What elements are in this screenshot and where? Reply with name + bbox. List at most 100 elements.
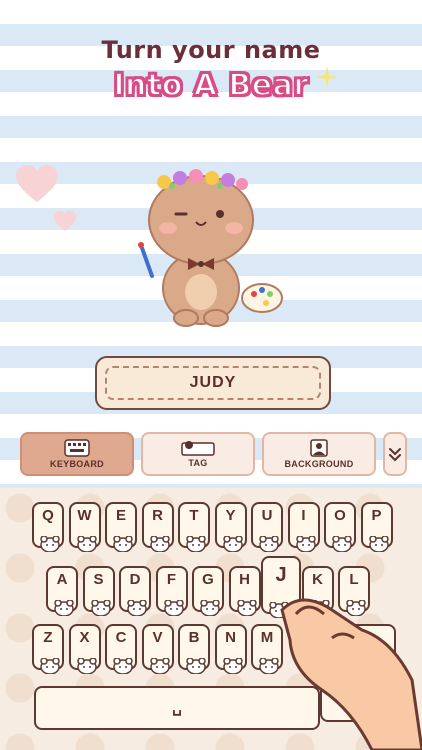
key-e[interactable]: E xyxy=(105,502,137,552)
key-f[interactable]: F xyxy=(155,566,188,616)
key-label: U xyxy=(261,507,273,524)
key-j[interactable]: J xyxy=(261,556,301,618)
tab-background-label: BACKGROUND xyxy=(284,459,354,469)
key-label: O xyxy=(334,507,346,524)
key-label: N xyxy=(225,629,236,646)
bear-face-icon xyxy=(236,600,257,616)
key-label: Y xyxy=(225,507,236,524)
bear-face-icon xyxy=(149,658,170,674)
bear-face-icon xyxy=(186,658,206,674)
bear-face-icon xyxy=(259,658,279,674)
headline: Turn your name Into A Bear xyxy=(0,36,422,104)
key-i[interactable]: I xyxy=(287,502,320,552)
tab-keyboard[interactable]: KEYBOARD xyxy=(20,432,134,476)
key-label: K xyxy=(312,571,323,588)
key-label: L xyxy=(349,571,359,588)
key-label: D xyxy=(129,571,141,588)
bear-face-icon xyxy=(113,536,133,552)
bear-face-icon xyxy=(222,536,243,552)
key-label: J xyxy=(275,564,287,586)
bear-face-icon xyxy=(54,600,74,616)
tab-keyboard-label: KEYBOARD xyxy=(50,459,104,469)
bear-face-icon xyxy=(40,658,60,674)
key-b[interactable]: B xyxy=(178,624,210,674)
expand-options-button[interactable] xyxy=(383,432,407,476)
bear-face-icon xyxy=(163,600,184,616)
bear-face-icon xyxy=(259,536,279,552)
tag-icon xyxy=(181,441,215,456)
key-label: W xyxy=(77,507,92,524)
tab-tag[interactable]: TAG xyxy=(141,432,255,476)
tab-background[interactable]: BACKGROUND xyxy=(262,432,376,476)
bear-face-icon xyxy=(269,602,289,618)
key-s[interactable]: S xyxy=(82,566,115,616)
key-label: Q xyxy=(42,507,54,524)
key-q[interactable]: Q xyxy=(32,502,64,552)
bear-face-icon xyxy=(76,658,97,674)
key-label: I xyxy=(301,507,306,524)
key-label: G xyxy=(202,571,214,588)
space-key[interactable]: ␣ xyxy=(34,686,320,730)
key-c[interactable]: C xyxy=(105,624,137,674)
key-m[interactable]: M xyxy=(251,624,283,674)
key-p[interactable]: P xyxy=(360,502,393,552)
key-x[interactable]: X xyxy=(68,624,101,674)
tab-tag-label: TAG xyxy=(188,458,208,468)
background-image-icon xyxy=(310,439,328,457)
heart-icon-small xyxy=(53,210,77,231)
bear-face-icon xyxy=(90,600,111,616)
key-n[interactable]: N xyxy=(214,624,247,674)
bear-face-icon xyxy=(76,536,97,552)
option-tabs: KEYBOARD TAG BACKGROUND xyxy=(0,432,422,478)
key-d[interactable]: D xyxy=(119,566,151,616)
key-label: A xyxy=(56,571,68,588)
key-t[interactable]: T xyxy=(178,502,210,552)
key-k[interactable]: K xyxy=(301,566,334,616)
key-label: H xyxy=(239,571,250,588)
key-label: P xyxy=(371,507,382,524)
return-key[interactable] xyxy=(320,624,396,722)
key-z[interactable]: Z xyxy=(32,624,64,674)
key-label: E xyxy=(115,507,126,524)
key-a[interactable]: A xyxy=(46,566,78,616)
key-y[interactable]: Y xyxy=(214,502,247,552)
key-label: F xyxy=(166,571,177,588)
key-v[interactable]: V xyxy=(141,624,174,674)
key-label: R xyxy=(152,507,163,524)
key-label: X xyxy=(79,629,90,646)
key-g[interactable]: G xyxy=(192,566,224,616)
key-u[interactable]: U xyxy=(251,502,283,552)
bear-face-icon xyxy=(113,658,133,674)
key-label: M xyxy=(260,629,274,646)
sparkle-icon xyxy=(316,66,338,88)
key-h[interactable]: H xyxy=(228,566,261,616)
bear-face-icon xyxy=(149,536,170,552)
key-label: T xyxy=(189,507,199,524)
bear-face-icon xyxy=(222,658,243,674)
keyboard-icon xyxy=(64,439,90,457)
headline-line-1: Turn your name xyxy=(101,36,321,64)
key-l[interactable]: L xyxy=(338,566,370,616)
name-input-value: JUDY xyxy=(189,374,237,391)
bear-face-icon xyxy=(346,600,366,616)
bear-face-icon xyxy=(368,536,389,552)
name-input[interactable]: JUDY xyxy=(95,356,331,410)
headline-line-2: Into A Bear xyxy=(112,67,309,104)
bear-face-icon xyxy=(186,536,206,552)
double-chevron-down-icon xyxy=(389,448,401,462)
key-r[interactable]: R xyxy=(141,502,174,552)
bear-mascot-illustration xyxy=(138,169,283,327)
key-label: V xyxy=(152,629,163,646)
key-label: C xyxy=(115,629,127,646)
bear-face-icon xyxy=(200,600,220,616)
key-label: Z xyxy=(43,629,53,646)
key-o[interactable]: O xyxy=(324,502,356,552)
key-label: S xyxy=(93,571,104,588)
key-w[interactable]: W xyxy=(68,502,101,552)
bear-face-icon xyxy=(127,600,147,616)
key-label: B xyxy=(188,629,200,646)
heart-icon xyxy=(16,165,58,202)
bear-face-icon xyxy=(309,600,330,616)
bear-face-icon xyxy=(40,536,60,552)
space-key-label: ␣ xyxy=(172,699,182,716)
